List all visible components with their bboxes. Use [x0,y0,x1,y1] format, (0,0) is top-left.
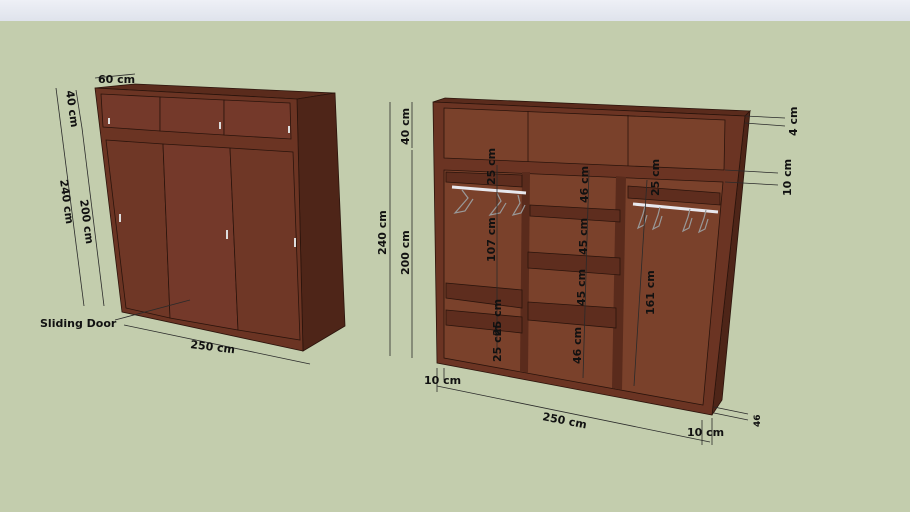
dimension-label: 45 cm [575,269,588,306]
dimension-label: 200 cm [399,230,412,275]
dimension-label: 45 cm [577,218,590,255]
dimension-label: 200 cm [77,199,96,245]
sliding-door-label: Sliding Door [40,317,117,330]
dimension-label: 40 cm [399,108,412,145]
dimension-label: 40 cm [63,90,81,129]
left-wardrobe-side [296,92,346,352]
sliding-door [229,147,301,341]
dimension-label: 240 cm [57,179,76,225]
handle [294,238,296,247]
top-drawer [159,96,225,136]
dimension-label: 240 cm [376,210,389,255]
dimension-label: 250 cm [541,410,587,431]
handle [108,118,110,124]
dimension-label: 107 cm [485,217,498,262]
handle [119,214,121,222]
left-wardrobe: 60 cm 40 cm 240 cm 200 cm 250 cm Sliding… [40,73,346,365]
dimension-label: 25 cm [491,325,504,362]
handle [226,230,228,239]
dimension-label: 60 cm [98,73,135,86]
right-wardrobe: 240 cm 40 cm 200 cm 4 cm 10 cm 25 cm 107… [376,97,800,445]
dimension-label: 4 cm [787,107,800,136]
dimension-label: 10 cm [687,426,724,439]
handle [288,126,290,133]
dimension-label: 10 cm [424,374,461,387]
wardrobe-model-viewport[interactable]: 60 cm 40 cm 240 cm 200 cm 250 cm Sliding… [0,0,910,512]
dimension-label: 161 cm [644,270,657,315]
dimension-label: 250 cm [190,338,236,356]
dimension-label: 10 cm [781,159,794,196]
top-drawer [223,99,292,140]
dimension-label: 46 cm [571,327,584,364]
top-drawer [100,93,161,132]
dimension-label: 46 [753,414,763,427]
dimension-label: 25 cm [485,148,498,185]
dimension-label: 25 cm [649,159,662,196]
dimension-label: 46 cm [578,166,591,203]
handle [219,122,221,129]
